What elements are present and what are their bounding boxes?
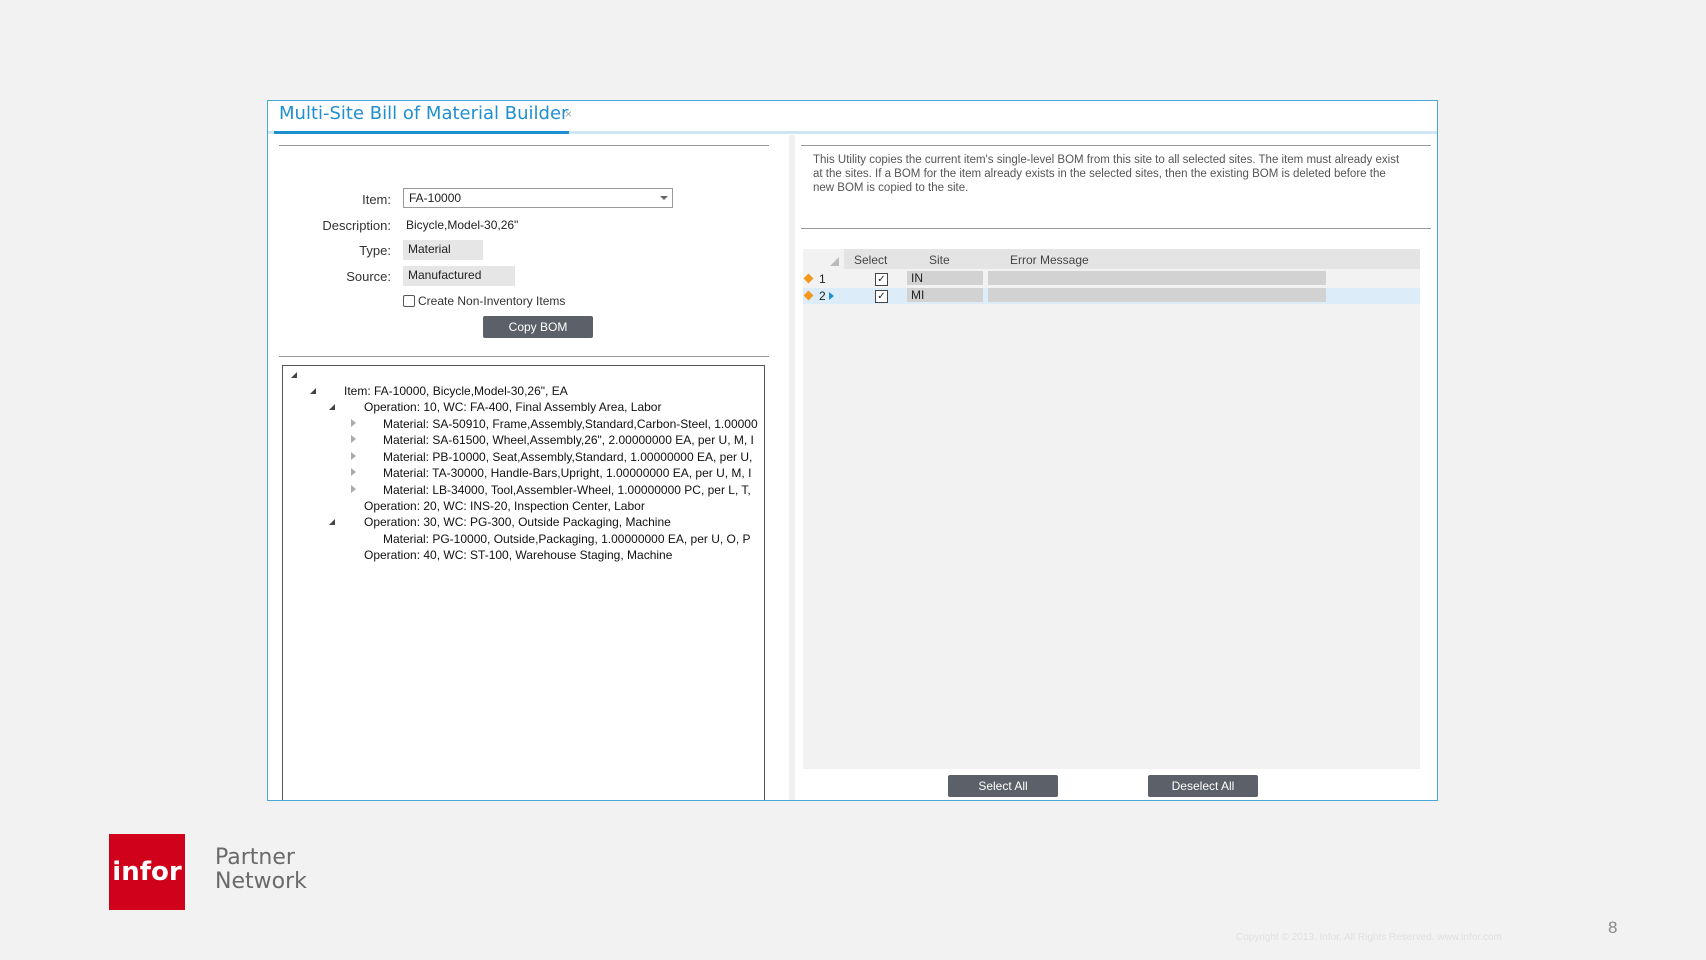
collapse-triangle-icon[interactable] [329, 519, 335, 525]
expand-arrow-icon[interactable] [351, 485, 356, 493]
row-number: 1 [819, 272, 826, 286]
divider [801, 145, 1431, 146]
right-pane: This Utility copies the current item's s… [789, 135, 1438, 800]
create-noninventory-label: Create Non-Inventory Items [418, 294, 566, 308]
network-line: Network [215, 869, 307, 894]
diamond-icon [803, 290, 814, 301]
page-number: 8 [1608, 918, 1618, 937]
tree-node-operation[interactable]: Operation: 20, WC: INS-20, Inspection Ce… [364, 499, 645, 513]
tab-title: Multi-Site Bill of Material Builder [279, 103, 569, 124]
select-checkbox[interactable]: ✓ [875, 273, 888, 286]
select-all-button[interactable]: Select All [948, 775, 1058, 797]
tab-bar: Multi-Site Bill of Material Builder × [268, 101, 1437, 134]
description-value: Bicycle,Model-30,26" [406, 218, 519, 232]
expand-arrow-icon[interactable] [351, 468, 356, 476]
type-field: Material [403, 240, 483, 260]
current-row-arrow-icon [829, 292, 834, 300]
grid-header: Select Site Error Message [844, 249, 1420, 269]
error-cell [988, 288, 1326, 302]
divider [279, 145, 769, 146]
tree-node-material[interactable]: Material: SA-61500, Wheel,Assembly,26", … [383, 433, 754, 447]
bom-builder-window: Multi-Site Bill of Material Builder × It… [267, 100, 1438, 801]
tree-node-item[interactable]: Item: FA-10000, Bicycle,Model-30,26", EA [344, 384, 568, 398]
close-icon[interactable]: × [565, 107, 572, 121]
header-error-message[interactable]: Error Message [1010, 253, 1089, 267]
chevron-down-icon[interactable] [660, 196, 668, 200]
tree-node-material[interactable]: Material: TA-30000, Handle-Bars,Upright,… [383, 466, 751, 480]
utility-description: This Utility copies the current item's s… [813, 154, 1400, 194]
tree-node-material[interactable]: Material: LB-34000, Tool,Assembler-Wheel… [383, 483, 751, 497]
bom-tree[interactable]: Item: FA-10000, Bicycle,Model-30,26", EA… [282, 365, 765, 800]
tree-node-operation[interactable]: Operation: 40, WC: ST-100, Warehouse Sta… [364, 548, 672, 562]
table-row[interactable]: 2 ✓ MI [803, 288, 1420, 304]
tree-node-operation[interactable]: Operation: 30, WC: PG-300, Outside Packa… [364, 515, 671, 529]
collapse-triangle-icon[interactable] [329, 404, 335, 410]
source-label: Source: [346, 269, 391, 284]
site-cell[interactable]: MI [907, 288, 983, 302]
diamond-icon [803, 273, 814, 284]
tree-node-material[interactable]: Material: PB-10000, Seat,Assembly,Standa… [383, 450, 752, 464]
copy-bom-button[interactable]: Copy BOM [483, 316, 593, 338]
expand-arrow-icon[interactable] [351, 452, 356, 460]
deselect-all-button[interactable]: Deselect All [1148, 775, 1258, 797]
select-checkbox[interactable]: ✓ [875, 290, 888, 303]
create-noninventory-checkbox[interactable]: Create Non-Inventory Items [403, 294, 565, 308]
copyright-text: Copyright © 2013. Infor. All Rights Rese… [1236, 932, 1502, 943]
item-value: FA-10000 [409, 191, 462, 205]
description-label: Description: [322, 218, 391, 233]
left-pane: Item: FA-10000 Description: Bicycle,Mode… [279, 135, 781, 800]
grid-corner-icon [830, 257, 839, 266]
tree-node-material[interactable]: Material: SA-50910, Frame,Assembly,Stand… [383, 417, 758, 431]
partner-line: Partner [215, 845, 295, 870]
divider [801, 228, 1431, 229]
site-cell[interactable]: IN [907, 271, 983, 285]
collapse-triangle-icon[interactable] [310, 388, 316, 394]
infor-logo: infor [109, 834, 185, 910]
tree-node-material[interactable]: Material: PG-10000, Outside,Packaging, 1… [383, 532, 751, 546]
header-site[interactable]: Site [929, 253, 950, 267]
error-cell [988, 271, 1326, 285]
source-field: Manufactured [403, 266, 515, 286]
type-label: Type: [359, 243, 391, 258]
partner-network-label: Partner Network [215, 846, 307, 894]
header-select[interactable]: Select [854, 253, 887, 267]
expand-triangle-icon[interactable] [291, 372, 297, 378]
divider [279, 356, 769, 357]
item-select[interactable]: FA-10000 [403, 188, 673, 208]
table-row[interactable]: 1 ✓ IN [803, 271, 1420, 287]
tree-node-operation[interactable]: Operation: 10, WC: FA-400, Final Assembl… [364, 400, 661, 414]
tab-multi-site-bom-builder[interactable]: Multi-Site Bill of Material Builder × [274, 101, 572, 134]
item-label: Item: [362, 192, 391, 207]
checkbox-box[interactable] [403, 295, 415, 307]
expand-arrow-icon[interactable] [351, 435, 356, 443]
sites-grid: Select Site Error Message 1 ✓ IN 2 ✓ MI [803, 249, 1420, 769]
row-number: 2 [819, 289, 826, 303]
expand-arrow-icon[interactable] [351, 419, 356, 427]
